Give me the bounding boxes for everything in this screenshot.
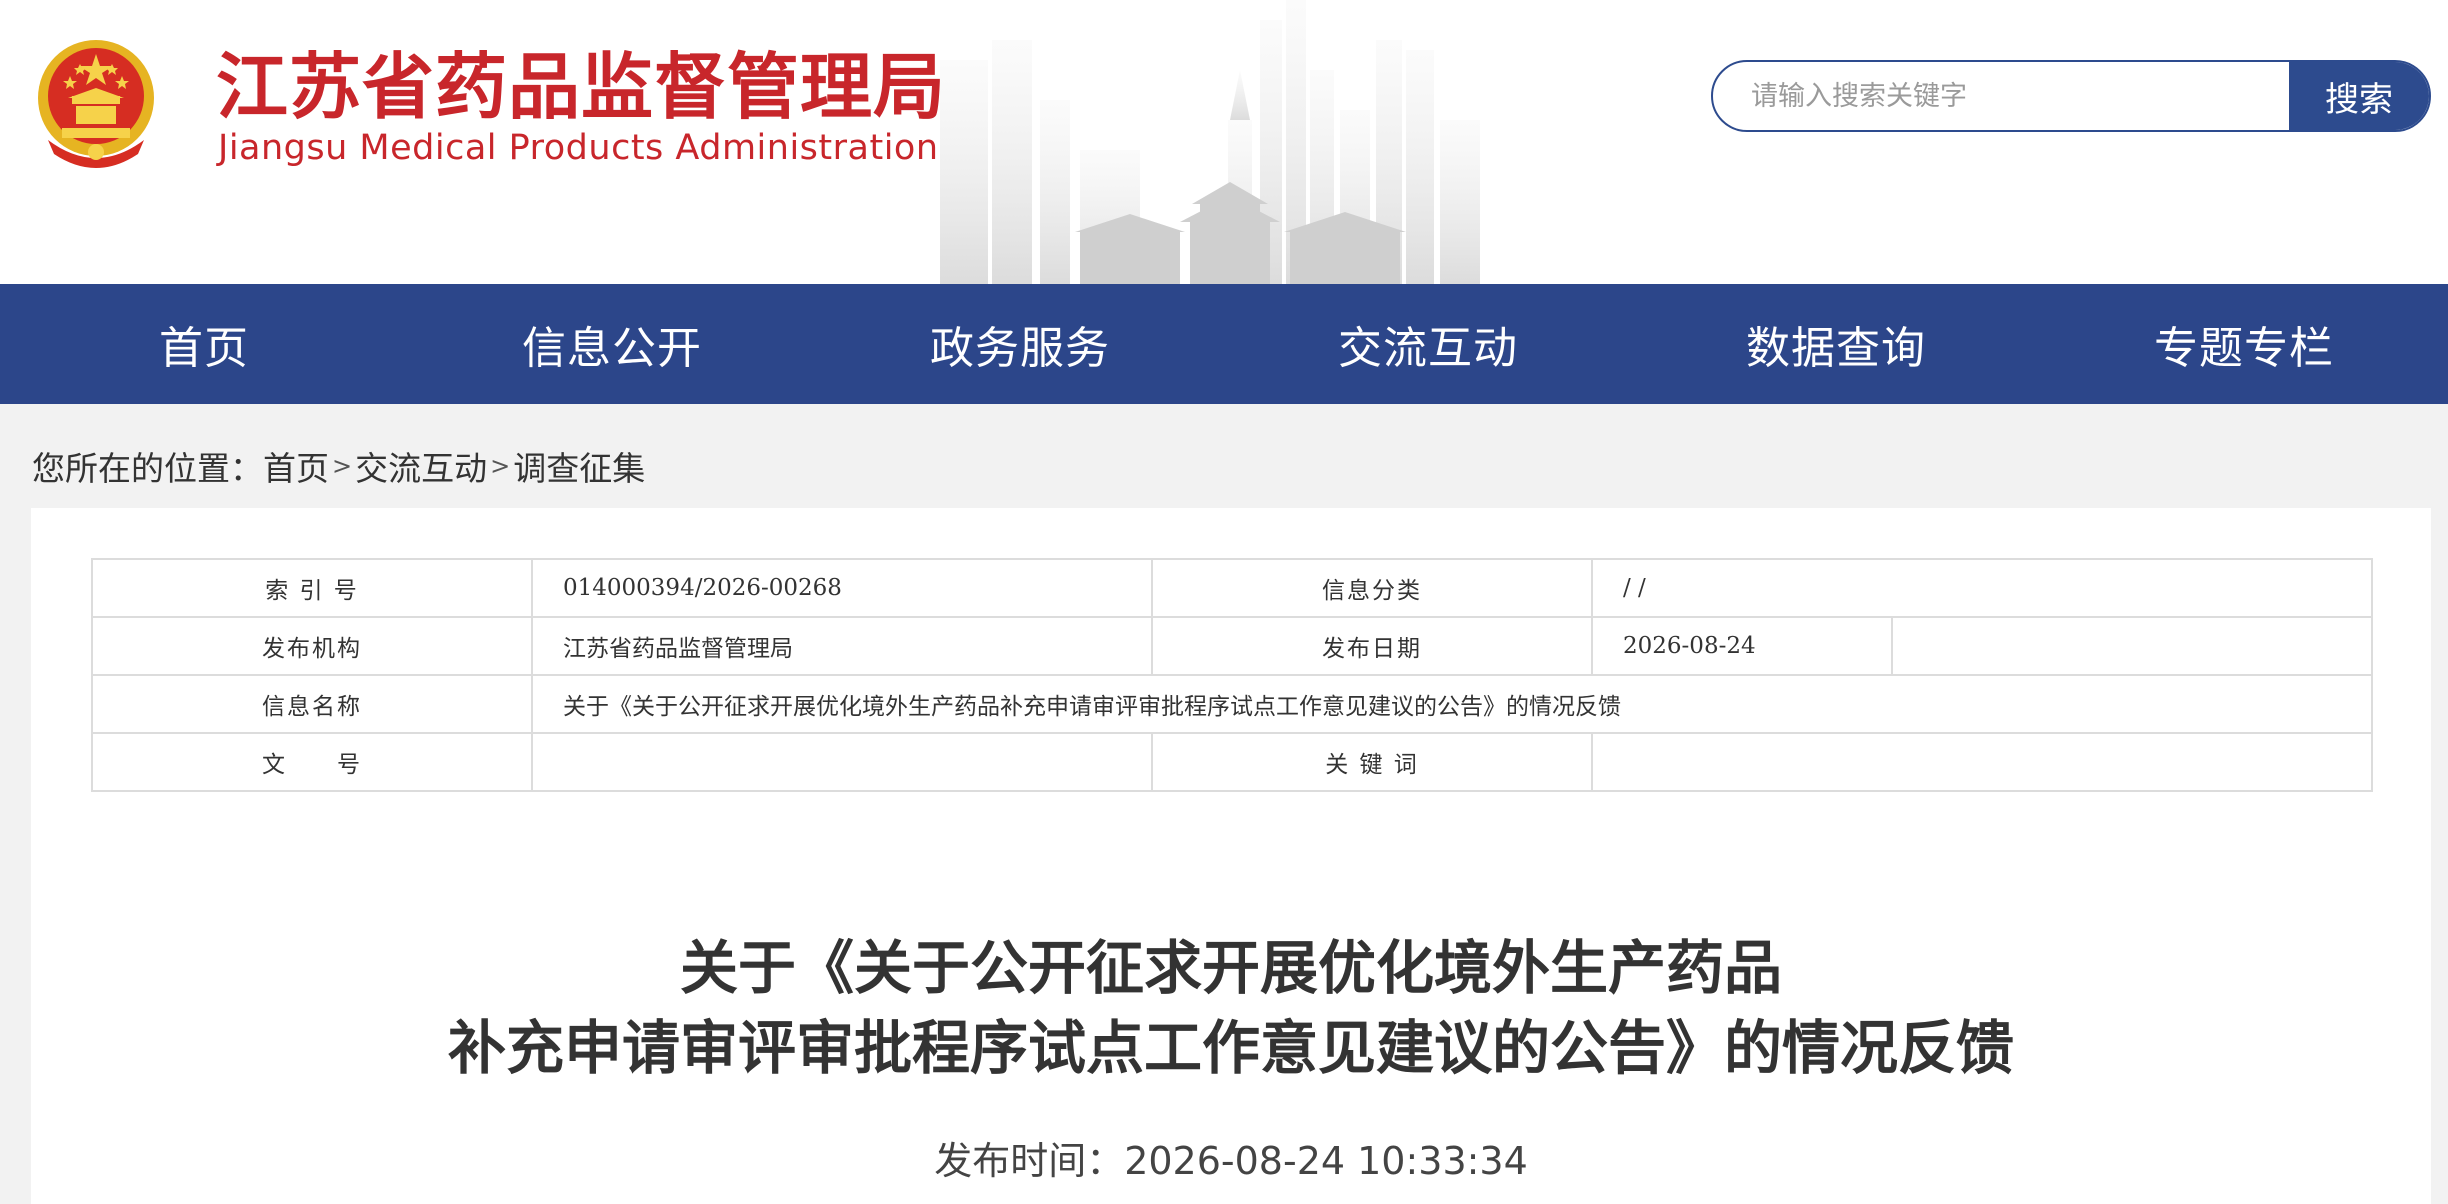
publish-date-label: 发布日期 <box>1151 616 1593 676</box>
publish-time-value: 2026-08-24 10:33:34 <box>1124 1139 1528 1183</box>
site-title-en: Jiangsu Medical Products Administration <box>218 128 939 168</box>
publish-time: 发布时间：2026-08-24 10:33:34 <box>31 1130 2431 1185</box>
table-row: 文 号 关 键 词 <box>91 732 2373 792</box>
nav-item-data-query[interactable]: 数据查询 <box>1632 284 2040 404</box>
article-title-line1: 关于《关于公开征求开展优化境外生产药品 <box>679 934 1782 1002</box>
category-value: / / <box>1591 558 2373 618</box>
breadcrumb-survey[interactable]: 调查征集 <box>513 442 645 490</box>
breadcrumb-separator: > <box>490 452 511 480</box>
empty-cell <box>1891 616 2373 676</box>
main-nav: 首页 信息公开 政务服务 交流互动 数据查询 专题专栏 <box>0 284 2448 404</box>
nav-item-info-disclosure[interactable]: 信息公开 <box>408 284 816 404</box>
breadcrumb-home[interactable]: 首页 <box>263 442 329 490</box>
publisher-label: 发布机构 <box>91 616 533 676</box>
breadcrumb-prefix: 您所在的位置： <box>32 449 263 488</box>
search-button[interactable]: 搜索 <box>2289 62 2429 130</box>
search-box: 搜索 <box>1711 60 2431 132</box>
city-skyline-graphic <box>940 0 1480 284</box>
table-row: 索 引 号 014000394/2026-00268 信息分类 / / <box>91 558 2373 618</box>
publish-date-value: 2026-08-24 <box>1591 616 1893 676</box>
info-name-value: 关于《关于公开征求开展优化境外生产药品补充申请审评审批程序试点工作意见建议的公告… <box>531 674 2373 734</box>
breadcrumb-interaction[interactable]: 交流互动 <box>355 442 487 490</box>
index-label: 索 引 号 <box>91 558 533 618</box>
doc-number-label: 文 号 <box>91 732 533 792</box>
article-title-line2: 补充申请审评审批程序试点工作意见建议的公告》的情况反馈 <box>447 1014 2014 1082</box>
category-label: 信息分类 <box>1151 558 1593 618</box>
article-title: 关于《关于公开征求开展优化境外生产药品 补充申请审评审批程序试点工作意见建议的公… <box>31 928 2431 1088</box>
doc-number-value <box>531 732 1153 792</box>
table-row: 发布机构 江苏省药品监督管理局 发布日期 2026-08-24 <box>91 616 2373 676</box>
site-title-cn: 江苏省药品监督管理局 <box>216 45 947 129</box>
keywords-label: 关 键 词 <box>1151 732 1593 792</box>
keywords-value <box>1591 732 2373 792</box>
info-meta-table: 索 引 号 014000394/2026-00268 信息分类 / / 发布机构… <box>91 558 2373 792</box>
nav-item-interaction[interactable]: 交流互动 <box>1224 284 1632 404</box>
national-emblem-icon <box>38 40 154 168</box>
search-input[interactable] <box>1713 62 2289 130</box>
nav-item-home[interactable]: 首页 <box>0 284 408 404</box>
publisher-value: 江苏省药品监督管理局 <box>531 616 1153 676</box>
nav-item-government-services[interactable]: 政务服务 <box>816 284 1224 404</box>
article-container: 索 引 号 014000394/2026-00268 信息分类 / / 发布机构… <box>31 508 2431 1204</box>
publish-time-label: 发布时间： <box>934 1139 1125 1183</box>
table-row: 信息名称 关于《关于公开征求开展优化境外生产药品补充申请审评审批程序试点工作意见… <box>91 674 2373 734</box>
nav-item-special-topics[interactable]: 专题专栏 <box>2040 284 2448 404</box>
index-value: 014000394/2026-00268 <box>531 558 1153 618</box>
info-name-label: 信息名称 <box>91 674 533 734</box>
site-header: 江苏省药品监督管理局 Jiangsu Medical Products Admi… <box>0 0 2448 284</box>
breadcrumb-separator: > <box>332 452 353 480</box>
